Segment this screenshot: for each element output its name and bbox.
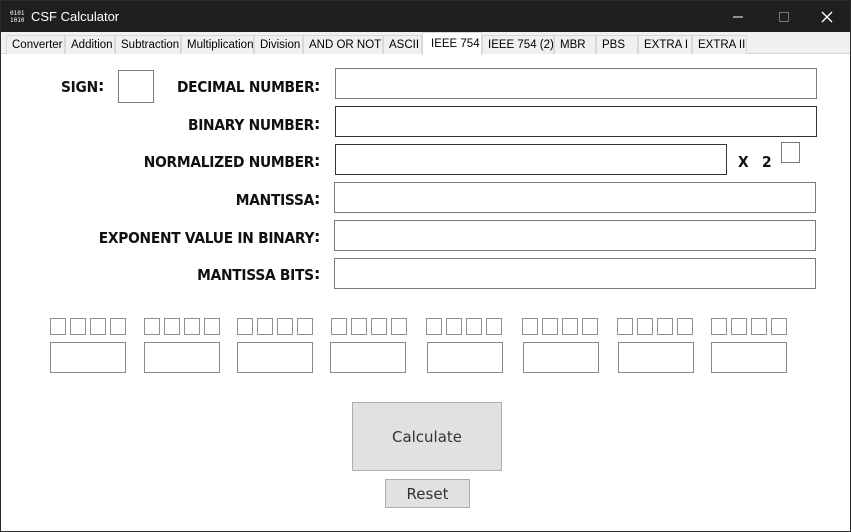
nibble-field[interactable] bbox=[618, 342, 694, 373]
svg-text:0101: 0101 bbox=[10, 10, 24, 17]
bit-box[interactable] bbox=[237, 318, 253, 335]
tab-and-or-not[interactable]: AND OR NOT bbox=[303, 35, 383, 54]
base-two-label: 2 bbox=[762, 153, 772, 171]
binary-number-colon: : bbox=[314, 114, 321, 133]
tab-converter[interactable]: Converter bbox=[6, 35, 65, 54]
bit-box[interactable] bbox=[446, 318, 462, 335]
bit-box[interactable] bbox=[110, 318, 126, 335]
bit-box[interactable] bbox=[617, 318, 633, 335]
nibble-field[interactable] bbox=[523, 342, 599, 373]
bit-box[interactable] bbox=[582, 318, 598, 335]
nibble-field[interactable] bbox=[144, 342, 220, 373]
bit-box[interactable] bbox=[677, 318, 693, 335]
bit-box[interactable] bbox=[391, 318, 407, 335]
tab-ieee-754-2[interactable]: IEEE 754 (2) bbox=[482, 35, 554, 54]
bit-box[interactable] bbox=[637, 318, 653, 335]
tab-ascii[interactable]: ASCII bbox=[383, 35, 422, 54]
exponent-value-label: EXPONENT VALUE IN BINARY bbox=[98, 229, 315, 247]
exponent-power-field[interactable] bbox=[781, 142, 800, 163]
app-window: 0101 1010 CSF Calculator Converter Addit… bbox=[0, 0, 851, 532]
bit-box[interactable] bbox=[542, 318, 558, 335]
bit-box[interactable] bbox=[297, 318, 313, 335]
bit-box[interactable] bbox=[371, 318, 387, 335]
mantissa-colon: : bbox=[314, 189, 321, 208]
bit-box[interactable] bbox=[466, 318, 482, 335]
decimal-number-field[interactable] bbox=[335, 68, 817, 99]
decimal-number-label: DECIMAL NUMBER bbox=[176, 78, 315, 96]
reset-button[interactable]: Reset bbox=[385, 479, 470, 508]
binary-number-field[interactable] bbox=[335, 106, 817, 137]
mantissa-field[interactable] bbox=[334, 182, 816, 213]
bit-box[interactable] bbox=[426, 318, 442, 335]
bit-box[interactable] bbox=[522, 318, 538, 335]
normalized-number-field[interactable] bbox=[335, 144, 727, 175]
binary-number-label: BINARY NUMBER bbox=[187, 116, 314, 134]
exponent-value-field[interactable] bbox=[334, 220, 816, 251]
sign-field[interactable] bbox=[118, 70, 154, 103]
minimize-icon bbox=[733, 16, 743, 17]
tab-extra-i[interactable]: EXTRA I bbox=[638, 35, 692, 54]
tab-addition[interactable]: Addition bbox=[65, 35, 115, 54]
ieee-754-panel: SIGN : DECIMAL NUMBER : BINARY NUMBER : … bbox=[2, 54, 850, 531]
decimal-number-colon: : bbox=[314, 76, 321, 95]
normalized-number-label: NORMALIZED NUMBER bbox=[143, 153, 315, 171]
tab-pbs[interactable]: PBS bbox=[596, 35, 638, 54]
bit-box[interactable] bbox=[50, 318, 66, 335]
times-label: X bbox=[738, 153, 749, 171]
bit-box[interactable] bbox=[657, 318, 673, 335]
nibble-field[interactable] bbox=[237, 342, 313, 373]
normalized-number-colon: : bbox=[314, 151, 321, 170]
tab-multiplication[interactable]: Multiplication bbox=[181, 35, 254, 54]
svg-text:1010: 1010 bbox=[10, 17, 24, 23]
bit-box[interactable] bbox=[562, 318, 578, 335]
bit-box[interactable] bbox=[731, 318, 747, 335]
title-bar: 0101 1010 CSF Calculator bbox=[1, 1, 850, 32]
tab-strip: Converter Addition Subtraction Multiplic… bbox=[1, 32, 850, 55]
tab-mbr[interactable]: MBR bbox=[554, 35, 596, 54]
bit-box[interactable] bbox=[204, 318, 220, 335]
bit-box[interactable] bbox=[751, 318, 767, 335]
tab-extra-ii[interactable]: EXTRA II bbox=[692, 35, 747, 54]
mantissa-bits-field[interactable] bbox=[334, 258, 816, 289]
calculator-app-icon: 0101 1010 bbox=[10, 10, 24, 23]
window-title: CSF Calculator bbox=[31, 9, 120, 24]
bit-box[interactable] bbox=[351, 318, 367, 335]
bit-box[interactable] bbox=[184, 318, 200, 335]
bit-box[interactable] bbox=[711, 318, 727, 335]
bit-box[interactable] bbox=[277, 318, 293, 335]
bit-box[interactable] bbox=[331, 318, 347, 335]
tab-division[interactable]: Division bbox=[254, 35, 303, 54]
exponent-value-colon: : bbox=[314, 227, 321, 246]
bit-box[interactable] bbox=[771, 318, 787, 335]
bit-box[interactable] bbox=[486, 318, 502, 335]
mantissa-bits-colon: : bbox=[314, 264, 321, 283]
tab-subtraction[interactable]: Subtraction bbox=[115, 35, 181, 54]
nibble-field[interactable] bbox=[427, 342, 503, 373]
bit-box[interactable] bbox=[164, 318, 180, 335]
maximize-icon bbox=[779, 11, 789, 22]
close-button[interactable] bbox=[804, 1, 850, 32]
nibble-field[interactable] bbox=[50, 342, 126, 373]
tab-ieee-754[interactable]: IEEE 754 bbox=[422, 32, 482, 55]
mantissa-label: MANTISSA bbox=[235, 191, 315, 209]
bit-box[interactable] bbox=[90, 318, 106, 335]
bit-box[interactable] bbox=[144, 318, 160, 335]
minimize-button[interactable] bbox=[715, 1, 761, 32]
calculate-button[interactable]: Calculate bbox=[352, 402, 502, 471]
sign-label: SIGN bbox=[61, 78, 98, 96]
bit-box[interactable] bbox=[257, 318, 273, 335]
sign-colon: : bbox=[98, 76, 105, 95]
maximize-button[interactable] bbox=[761, 1, 807, 32]
mantissa-bits-label: MANTISSA BITS bbox=[197, 266, 314, 284]
bit-box[interactable] bbox=[70, 318, 86, 335]
close-icon bbox=[821, 11, 833, 22]
nibble-field[interactable] bbox=[330, 342, 406, 373]
nibble-field[interactable] bbox=[711, 342, 787, 373]
